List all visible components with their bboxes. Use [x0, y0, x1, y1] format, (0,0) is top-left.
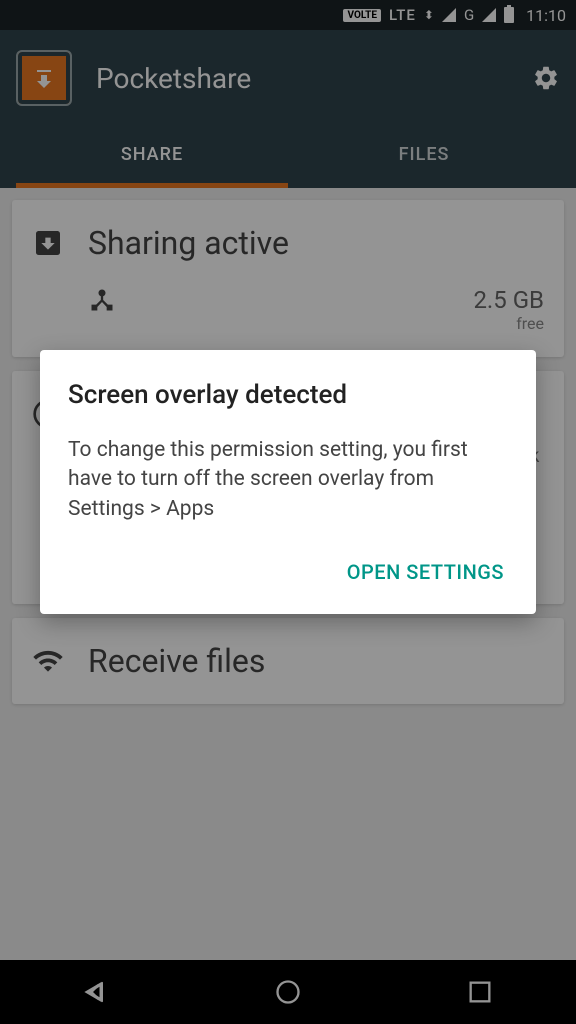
- dialog-title: Screen overlay detected: [68, 380, 508, 410]
- overlay-dialog: Screen overlay detected To change this p…: [40, 350, 536, 614]
- dialog-body: To change this permission setting, you f…: [68, 436, 508, 524]
- open-settings-button[interactable]: OPEN SETTINGS: [343, 552, 508, 592]
